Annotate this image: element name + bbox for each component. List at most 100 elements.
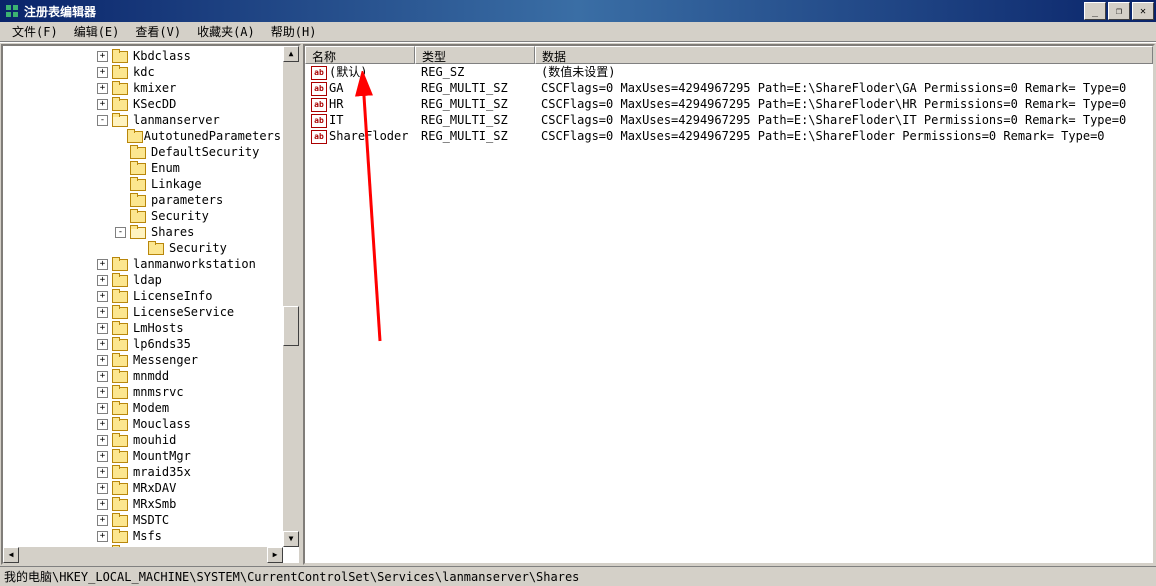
scroll-left-button[interactable]: ◀ <box>3 547 19 563</box>
scroll-right-button[interactable]: ▶ <box>267 547 283 563</box>
folder-icon <box>112 81 128 95</box>
maximize-button[interactable]: ❐ <box>1108 2 1130 20</box>
value-data-cell: CSCFlags=0 MaxUses=4294967295 Path=E:\Sh… <box>535 80 1135 96</box>
expand-icon[interactable]: + <box>97 83 108 94</box>
value-row[interactable]: abITREG_MULTI_SZCSCFlags=0 MaxUses=42949… <box>305 112 1153 128</box>
folder-icon <box>127 129 139 143</box>
value-type-cell: REG_MULTI_SZ <box>415 96 535 112</box>
string-value-icon: ab <box>311 130 327 144</box>
string-value-icon: ab <box>311 98 327 112</box>
tree-item[interactable]: + MRxDAV <box>3 480 283 496</box>
folder-icon <box>112 417 128 431</box>
tree-item[interactable]: -Shares <box>3 224 283 240</box>
tree-item[interactable]: + mouhid <box>3 432 283 448</box>
values-header: 名称 类型 数据 <box>305 46 1153 64</box>
expand-icon[interactable]: + <box>97 99 108 110</box>
tree-item[interactable]: Security <box>3 208 283 224</box>
tree-item[interactable]: +MRxSmb <box>3 496 283 512</box>
expand-icon[interactable]: + <box>97 515 108 526</box>
tree-item[interactable]: +Mouclass <box>3 416 283 432</box>
expand-icon[interactable]: + <box>97 467 108 478</box>
tree-item[interactable]: Enum <box>3 160 283 176</box>
tree-item[interactable]: AutotunedParameters <box>3 128 283 144</box>
expand-icon[interactable]: + <box>97 259 108 270</box>
value-data-cell: CSCFlags=0 MaxUses=4294967295 Path=E:\Sh… <box>535 112 1135 128</box>
close-button[interactable]: ✕ <box>1132 2 1154 20</box>
menu-file[interactable]: 文件(F) <box>4 21 66 42</box>
expand-icon[interactable]: + <box>97 531 108 542</box>
scroll-up-button[interactable]: ▲ <box>283 46 299 62</box>
value-row[interactable]: abGAREG_MULTI_SZCSCFlags=0 MaxUses=42949… <box>305 80 1153 96</box>
menu-favorites[interactable]: 收藏夹(A) <box>189 21 263 42</box>
tree-vertical-scrollbar[interactable]: ▲ ▼ <box>283 46 299 547</box>
tree-item[interactable]: +kdc <box>3 64 283 80</box>
tree-item[interactable]: +LicenseInfo <box>3 288 283 304</box>
tree-item[interactable]: +lanmanworkstation <box>3 256 283 272</box>
col-type[interactable]: 类型 <box>415 46 535 64</box>
tree-item[interactable]: Linkage <box>3 176 283 192</box>
tree-item[interactable]: +LmHosts <box>3 320 283 336</box>
tree-item[interactable]: + Kbdclass <box>3 48 283 64</box>
tree-item[interactable]: + mnmdd <box>3 368 283 384</box>
tree-item[interactable]: +lp6nds35 <box>3 336 283 352</box>
tree-label: MRxDAV <box>131 481 178 495</box>
expander-none <box>115 131 123 142</box>
tree-label: Kbdclass <box>131 49 193 63</box>
tree-item[interactable]: +Msfs <box>3 528 283 544</box>
value-row[interactable]: abHRREG_MULTI_SZCSCFlags=0 MaxUses=42949… <box>305 96 1153 112</box>
string-value-icon: ab <box>311 114 327 128</box>
menu-edit[interactable]: 编辑(E) <box>66 21 128 42</box>
tree-item[interactable]: +LicenseService <box>3 304 283 320</box>
tree-item[interactable]: Security <box>3 240 283 256</box>
tree-item[interactable]: +ldap <box>3 272 283 288</box>
tree-item[interactable]: +KSecDD <box>3 96 283 112</box>
tree-label: mnmdd <box>131 369 171 383</box>
expand-icon[interactable]: + <box>97 483 108 494</box>
tree-item[interactable]: +MountMgr <box>3 448 283 464</box>
expander-none <box>115 179 126 190</box>
menu-help[interactable]: 帮助(H) <box>263 21 325 42</box>
minimize-button[interactable]: _ <box>1084 2 1106 20</box>
collapse-icon[interactable]: - <box>97 115 108 126</box>
folder-icon <box>130 225 146 239</box>
tree-item[interactable]: DefaultSecurity <box>3 144 283 160</box>
value-row[interactable]: abShareFloderREG_MULTI_SZCSCFlags=0 MaxU… <box>305 128 1153 144</box>
tree-label: mouhid <box>131 433 178 447</box>
expand-icon[interactable]: + <box>97 371 108 382</box>
expand-icon[interactable]: + <box>97 355 108 366</box>
tree-item[interactable]: +mraid35x <box>3 464 283 480</box>
value-row[interactable]: ab(默认)REG_SZ(数值未设置) <box>305 64 1153 80</box>
folder-icon <box>112 513 128 527</box>
folder-icon <box>112 273 128 287</box>
expand-icon[interactable]: + <box>97 499 108 510</box>
tree-item[interactable]: -lanmanserver <box>3 112 283 128</box>
tree-item[interactable]: +Messenger <box>3 352 283 368</box>
col-data[interactable]: 数据 <box>535 46 1153 64</box>
scroll-thumb-h[interactable] <box>19 547 253 563</box>
expand-icon[interactable]: + <box>97 291 108 302</box>
collapse-icon[interactable]: - <box>115 227 126 238</box>
tree-item[interactable]: +mnmsrvc <box>3 384 283 400</box>
menu-view[interactable]: 查看(V) <box>127 21 189 42</box>
tree-horizontal-scrollbar[interactable]: ◀ ▶ <box>3 547 283 563</box>
expand-icon[interactable]: + <box>97 451 108 462</box>
expand-icon[interactable]: + <box>97 435 108 446</box>
tree-item[interactable]: +kmixer <box>3 80 283 96</box>
tree-item[interactable]: +Modem <box>3 400 283 416</box>
col-name[interactable]: 名称 <box>305 46 415 64</box>
scroll-down-button[interactable]: ▼ <box>283 531 299 547</box>
expand-icon[interactable]: + <box>97 67 108 78</box>
values-pane[interactable]: 名称 类型 数据 ab(默认)REG_SZ(数值未设置)abGAREG_MULT… <box>303 44 1155 565</box>
expand-icon[interactable]: + <box>97 307 108 318</box>
scroll-thumb[interactable] <box>283 306 299 346</box>
expand-icon[interactable]: + <box>97 387 108 398</box>
expand-icon[interactable]: + <box>97 403 108 414</box>
expand-icon[interactable]: + <box>97 419 108 430</box>
expand-icon[interactable]: + <box>97 275 108 286</box>
expand-icon[interactable]: + <box>97 339 108 350</box>
tree-item[interactable]: parameters <box>3 192 283 208</box>
tree-item[interactable]: +MSDTC <box>3 512 283 528</box>
expand-icon[interactable]: + <box>97 51 108 62</box>
tree-pane[interactable]: + Kbdclass+kdc+kmixer+KSecDD-lanmanserver… <box>1 44 301 565</box>
expand-icon[interactable]: + <box>97 323 108 334</box>
